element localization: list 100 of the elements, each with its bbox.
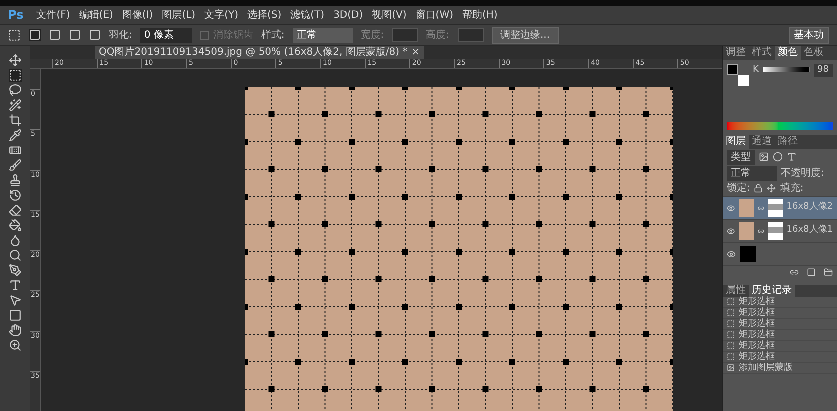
history-label: 矩形选框: [739, 308, 775, 318]
crop-tool-icon[interactable]: [8, 114, 22, 127]
link-icon: [758, 204, 764, 212]
height-field[interactable]: [458, 28, 484, 42]
new-selection-icon[interactable]: [29, 29, 41, 41]
hand-tool-icon[interactable]: [8, 324, 22, 337]
history-item[interactable]: 矩形选框: [723, 352, 837, 363]
visibility-icon[interactable]: [727, 204, 736, 212]
marquee-step-icon: [727, 331, 735, 339]
folder-icon[interactable]: [824, 268, 833, 277]
panel-tab[interactable]: 路径: [775, 135, 801, 149]
foreground-swatch[interactable]: [727, 64, 738, 75]
stamp-tool-icon[interactable]: [8, 174, 22, 187]
menu-item[interactable]: 3D(D): [334, 8, 364, 22]
type-tool-icon[interactable]: [8, 279, 22, 292]
move-tool-icon[interactable]: [8, 54, 22, 67]
app-logo: Ps: [7, 7, 25, 24]
document-title: QQ图片20191109134509.jpg @ 50% (16x8人像2, 图层蒙版/8) *: [99, 48, 408, 58]
visibility-icon[interactable]: [727, 226, 736, 236]
panel-tab[interactable]: 样式: [749, 46, 775, 60]
workspace-button[interactable]: 基本功: [789, 26, 829, 44]
feather-field[interactable]: 0 像素: [140, 28, 192, 42]
marquee-preset-icon[interactable]: [8, 28, 21, 42]
history-item[interactable]: 矩形选框: [723, 341, 837, 352]
menu-item[interactable]: 窗口(W): [416, 8, 454, 22]
menu-item[interactable]: 编辑(E): [79, 8, 114, 22]
menu-item[interactable]: 图像(I): [122, 8, 154, 22]
panel-tab[interactable]: 通道: [749, 135, 775, 149]
menu-item[interactable]: 视图(V): [372, 8, 407, 22]
type-filter-icon[interactable]: [787, 152, 797, 162]
marquee-step-icon: [727, 353, 735, 361]
history-item[interactable]: 添加图层蒙版: [723, 363, 837, 374]
brush-tool-icon[interactable]: [8, 159, 22, 172]
menu-item[interactable]: 文件(F): [36, 8, 70, 22]
wand-tool-icon[interactable]: [8, 99, 22, 112]
bandage-tool-icon[interactable]: [8, 144, 22, 157]
blend-mode-dropdown[interactable]: 正常: [727, 166, 777, 180]
bucket-tool-icon[interactable]: [8, 219, 22, 232]
style-dropdown[interactable]: 正常: [292, 28, 353, 42]
history-label: 矩形选框: [739, 330, 775, 340]
layer-row[interactable]: 16x8人像1: [723, 219, 837, 242]
menu-item[interactable]: 文字(Y): [204, 8, 238, 22]
width-field[interactable]: [392, 28, 418, 42]
close-tab-button[interactable]: ×: [412, 48, 420, 58]
lock-icon[interactable]: [754, 184, 764, 193]
panel-tab[interactable]: 属性: [723, 285, 749, 297]
lock-position-icon[interactable]: [767, 184, 776, 193]
menu-item[interactable]: 图层(L): [162, 8, 196, 22]
magnifier-tool-icon[interactable]: [8, 249, 22, 262]
rectangle-tool-icon[interactable]: [8, 309, 22, 322]
k-value-field[interactable]: 98: [814, 64, 833, 77]
eyedropper-tool-icon[interactable]: [8, 129, 22, 142]
marquee-step-icon: [727, 298, 735, 306]
panel-tab[interactable]: 调整: [723, 46, 749, 60]
panel-tab[interactable]: 颜色: [775, 46, 801, 60]
layer-thumbnail: [739, 222, 754, 240]
color-spectrum[interactable]: [727, 122, 833, 130]
style-label: 样式:: [261, 28, 285, 42]
height-label: 高度:: [426, 28, 450, 42]
history-label: 矩形选框: [739, 342, 775, 350]
droplet-tool-icon[interactable]: [8, 234, 22, 247]
menu-item[interactable]: 选择(S): [247, 8, 282, 22]
layer-name: 16x8人像2: [786, 201, 833, 214]
lasso-tool-icon[interactable]: [8, 84, 22, 97]
link-layers-icon[interactable]: [790, 268, 799, 277]
marquee-step-icon: [727, 342, 735, 350]
history-label: 矩形选框: [739, 352, 775, 362]
eraser-tool-icon[interactable]: [8, 204, 22, 217]
panel-tab[interactable]: 色板: [801, 46, 827, 60]
history-item[interactable]: 矩形选框: [723, 330, 837, 341]
history-item[interactable]: 矩形选框: [723, 308, 837, 319]
marquee-tool-icon[interactable]: [8, 69, 22, 82]
marquee-step-icon: [727, 320, 735, 328]
mask-thumbnail: [768, 199, 783, 217]
image-filter-icon[interactable]: [759, 152, 769, 162]
layer-thumbnail: [739, 199, 754, 217]
visibility-icon[interactable]: [727, 250, 736, 258]
panel-tab[interactable]: 历史记录: [749, 285, 795, 297]
history-item[interactable]: 矩形选框: [723, 297, 837, 308]
filter-dropdown[interactable]: 类型: [727, 150, 755, 164]
pointer-tool-icon[interactable]: [8, 294, 22, 307]
history-label: 添加图层蒙版: [739, 364, 793, 372]
mask-thumbnail: [768, 222, 783, 240]
layer-row[interactable]: [723, 242, 837, 265]
history-item[interactable]: 矩形选框: [723, 319, 837, 330]
document-tab[interactable]: QQ图片20191109134509.jpg @ 50% (16x8人像2, 图层蒙版/8) * ×: [95, 46, 424, 59]
layer-thumbnail: [740, 246, 756, 262]
refine-edge-button[interactable]: 调整边缘...: [492, 26, 560, 44]
layer-name: 16x8人像1: [786, 224, 833, 238]
pen-tool-icon[interactable]: [8, 264, 22, 277]
panel-tab[interactable]: 图层: [723, 135, 749, 149]
zoom-tool-icon[interactable]: [8, 339, 22, 352]
menu-item[interactable]: 滤镜(T): [290, 8, 325, 22]
background-swatch[interactable]: [738, 75, 749, 86]
opacity-label: 不透明度:: [781, 166, 824, 180]
adjustment-filter-icon[interactable]: [773, 152, 783, 162]
history-brush-tool-icon[interactable]: [8, 189, 22, 202]
history-label: 矩形选框: [739, 298, 775, 306]
fill-label: 填充:: [780, 182, 804, 196]
menu-item[interactable]: 帮助(H): [462, 8, 498, 22]
